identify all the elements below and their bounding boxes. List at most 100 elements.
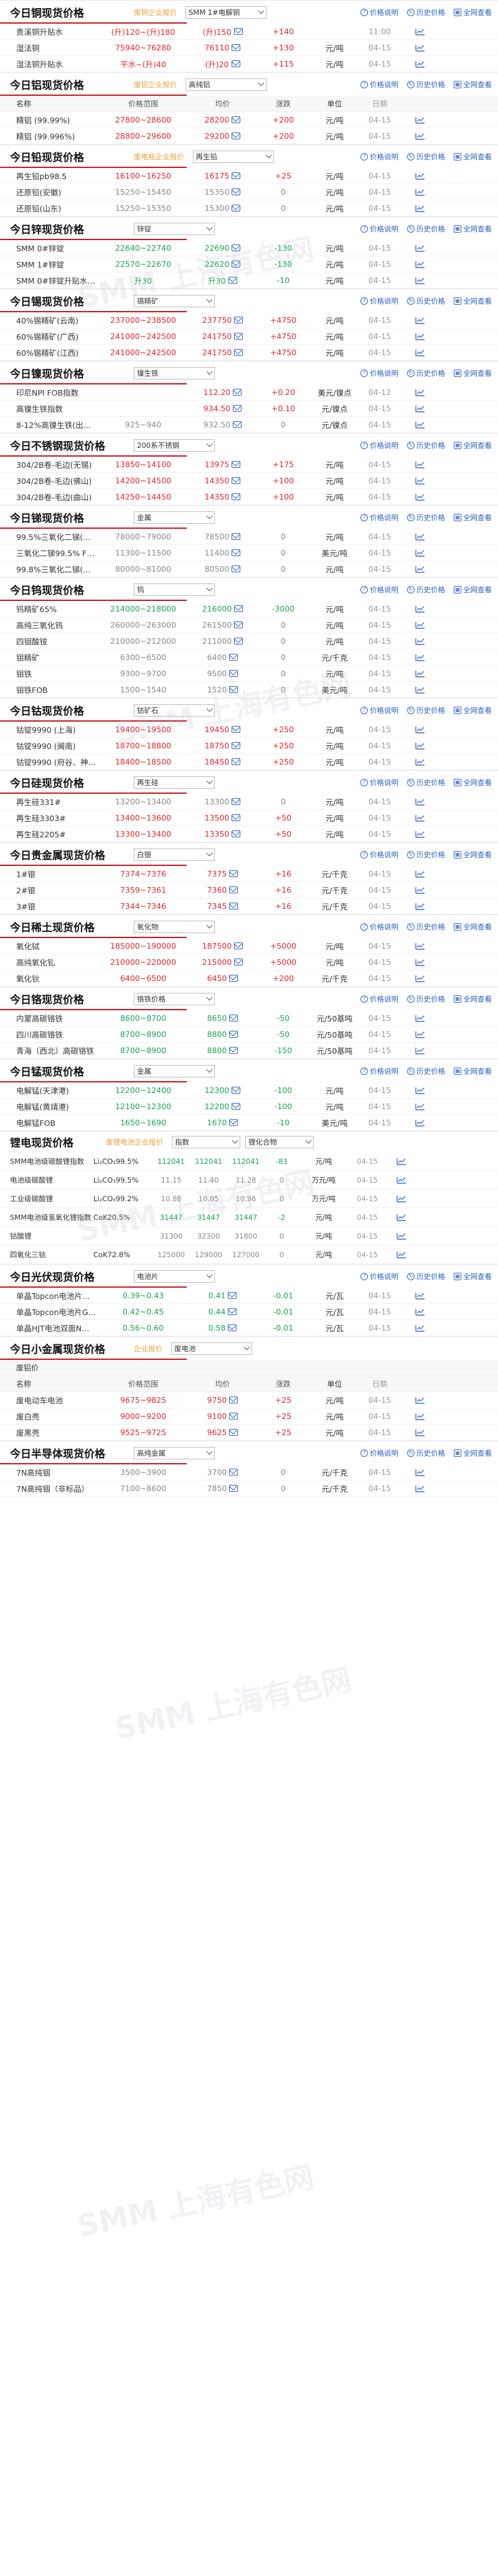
trend-chart-icon[interactable]: [402, 1429, 439, 1436]
product-name[interactable]: 高镍生铁指数: [0, 402, 96, 414]
price-row[interactable]: 304/2B卷-毛边(曲山) 14250~14450 14350 +100 元/吨 04-…: [0, 489, 498, 505]
trend-chart-icon[interactable]: [402, 277, 439, 284]
trend-chart-icon[interactable]: [402, 261, 439, 268]
mail-icon[interactable]: [229, 1015, 238, 1021]
price-row[interactable]: 四川高碳铬铁 8700~8900 8800 -50 元/50基吨 04-15: [0, 1026, 498, 1043]
price-row[interactable]: 废黑壳 9525~9725 9625 +25 元/吨 04-15: [0, 1425, 498, 1441]
product-name[interactable]: 304/2B卷-毛边(无锡): [0, 458, 96, 470]
trend-chart-icon[interactable]: [402, 172, 439, 180]
view-all-link[interactable]: ▦ 全网查看: [454, 1448, 492, 1458]
price-desc-link[interactable]: ? 价格说明: [360, 585, 398, 595]
product-name[interactable]: 钴锭9990 (闽南): [0, 740, 96, 751]
product-name[interactable]: SMM 0#锌锭升贴水（广东）: [0, 274, 96, 286]
mail-icon[interactable]: [232, 533, 241, 540]
price-row[interactable]: 贵溪铜升贴水 (升)120~(升)180 (升)150 +140 11:00: [0, 24, 498, 40]
price-row[interactable]: 40%锡精矿(云南) 237000~238500 237750 +4750 元/吨 04-…: [0, 312, 498, 328]
mail-icon[interactable]: [228, 1324, 237, 1331]
product-name[interactable]: 还原铅(安徽): [0, 186, 96, 198]
history-price-link[interactable]: ↻ 历史价格: [407, 440, 445, 450]
trend-chart-icon[interactable]: [402, 1397, 439, 1404]
product-select[interactable]: 锌锭: [134, 222, 215, 235]
trend-chart-icon[interactable]: [402, 565, 439, 573]
price-desc-link[interactable]: ? 价格说明: [360, 778, 398, 788]
price-row[interactable]: 3#银 7344~7346 7345 +16 元/千克 04-15: [0, 898, 498, 914]
trend-chart-icon[interactable]: [402, 798, 439, 806]
product-name[interactable]: 还原铅(山东): [0, 202, 96, 214]
price-row[interactable]: 高镍生铁指数 934.50 +0.10 元/镍点 04-15: [0, 401, 498, 417]
mail-icon[interactable]: [231, 60, 240, 67]
trend-chart-icon[interactable]: [402, 533, 439, 541]
price-row[interactable]: 钼精矿 6300~6500 6400 0 元/千克 04-15: [0, 649, 498, 666]
price-desc-link[interactable]: ? 价格说明: [360, 922, 398, 932]
product-select[interactable]: 废电池: [171, 1342, 252, 1355]
price-row[interactable]: 精铝 (99.996%) 28800~29600 29200 +200 元/吨 04-15: [0, 128, 498, 144]
view-all-link[interactable]: ▦ 全网查看: [454, 296, 492, 306]
trend-chart-icon[interactable]: [402, 638, 439, 645]
product-name[interactable]: 废黑壳: [0, 1426, 96, 1438]
product-name[interactable]: 高纯氧化钆: [0, 956, 96, 968]
mail-icon[interactable]: [229, 686, 238, 693]
product-select[interactable]: 镍生铁: [134, 366, 215, 379]
product-name[interactable]: 青海（西北）高碳铬铁: [0, 1044, 96, 1056]
product-select[interactable]: 金属: [134, 1064, 215, 1077]
enterprise-quote-link[interactable]: 企业报价: [134, 1344, 162, 1354]
mail-icon[interactable]: [234, 333, 243, 340]
price-row[interactable]: 电解锰(黄靖港) 12100~12300 12200 -100 元/吨 04-15: [0, 1099, 498, 1115]
history-price-link[interactable]: ↻ 历史价格: [407, 1066, 445, 1076]
product-select[interactable]: 钨: [134, 583, 215, 596]
mail-icon[interactable]: [234, 349, 243, 356]
product-select[interactable]: SMM 1#电解铜: [186, 6, 266, 19]
product-name[interactable]: 精铝 (99.99%): [0, 114, 96, 126]
history-price-link[interactable]: ↻ 历史价格: [407, 224, 445, 234]
mail-icon[interactable]: [232, 133, 241, 139]
product-select[interactable]: 高纯铝: [186, 78, 266, 91]
battery-row[interactable]: 工业级碳酸锂 Li₂CO₃99.2% 10.88 10.85 10.96 0 万元/吨 04-…: [0, 1189, 498, 1208]
price-row[interactable]: 还原铅(安徽) 15250~15450 15350 0 元/吨 04-15: [0, 184, 498, 200]
trend-chart-icon[interactable]: [402, 605, 439, 613]
product-select[interactable]: 电池片: [134, 1270, 215, 1283]
mail-icon[interactable]: [232, 758, 241, 765]
trend-chart-icon[interactable]: [402, 654, 439, 661]
price-desc-link[interactable]: ? 价格说明: [360, 850, 398, 860]
price-desc-link[interactable]: ? 价格说明: [360, 224, 398, 234]
product-name[interactable]: 钼铁: [0, 667, 96, 679]
mail-icon[interactable]: [229, 1031, 238, 1038]
product-name[interactable]: 钼精矿: [0, 651, 96, 663]
history-price-link[interactable]: ↻ 历史价格: [407, 513, 445, 523]
view-all-link[interactable]: ▦ 全网查看: [454, 224, 492, 234]
product-select[interactable]: 锡精矿: [134, 294, 215, 307]
trend-chart-icon[interactable]: [386, 1251, 417, 1258]
product-select[interactable]: 金属: [134, 511, 215, 524]
mail-icon[interactable]: [229, 975, 238, 982]
product-name[interactable]: 再生铅pb98.5: [0, 170, 96, 182]
price-row[interactable]: 钴锭9990 (上海) 19400~19500 19450 +250 元/吨 04-15: [0, 722, 498, 738]
product-select[interactable]: 氧化物: [134, 920, 215, 933]
trend-chart-icon[interactable]: [402, 244, 439, 252]
history-price-link[interactable]: ↻ 历史价格: [407, 1272, 445, 1281]
mail-icon[interactable]: [229, 1119, 238, 1126]
price-row[interactable]: 氧化钬 6400~6500 6450 +200 元/千克 04-15: [0, 970, 498, 987]
product-select[interactable]: 再生铅: [192, 150, 274, 163]
product-select[interactable]: 白银: [134, 848, 215, 861]
price-row[interactable]: 精铝 (99.99%) 27800~28600 28200 +200 元/吨 04-15: [0, 112, 498, 128]
price-row[interactable]: 单晶HJT电池双面N型-G12半片 0.56~0.60 0.58 -0.01 元/瓦 04…: [0, 1320, 498, 1336]
trend-chart-icon[interactable]: [402, 44, 439, 52]
mail-icon[interactable]: [232, 493, 241, 500]
price-row[interactable]: 1#银 7374~7376 7375 +16 元/千克 04-15: [0, 866, 498, 882]
product-name[interactable]: 再生硅3303#: [0, 812, 96, 824]
mail-icon[interactable]: [234, 959, 243, 965]
mail-icon[interactable]: [229, 1397, 238, 1403]
price-row[interactable]: 内蒙高碳铬铁 8600~8700 8650 -50 元/50基吨 04-15: [0, 1010, 498, 1026]
price-desc-link[interactable]: ? 价格说明: [360, 80, 398, 90]
product-name[interactable]: SMM 0#锌锭: [0, 242, 96, 254]
price-row[interactable]: 再生硅331# 13200~13400 13300 0 元/吨 04-15: [0, 794, 498, 810]
mail-icon[interactable]: [234, 621, 243, 628]
enterprise-quote-link[interactable]: 废电瓶企业报价: [134, 152, 184, 162]
mail-icon[interactable]: [232, 814, 241, 821]
price-row[interactable]: 印尼NPI FOB指数 112.20 +0.20 美元/镍点 04-12: [0, 384, 498, 401]
mail-icon[interactable]: [232, 1103, 241, 1110]
trend-chart-icon[interactable]: [402, 758, 439, 766]
price-desc-link[interactable]: ? 价格说明: [360, 152, 398, 162]
product-name[interactable]: 60%锡精矿(广西): [0, 330, 96, 342]
mail-icon[interactable]: [234, 605, 243, 612]
